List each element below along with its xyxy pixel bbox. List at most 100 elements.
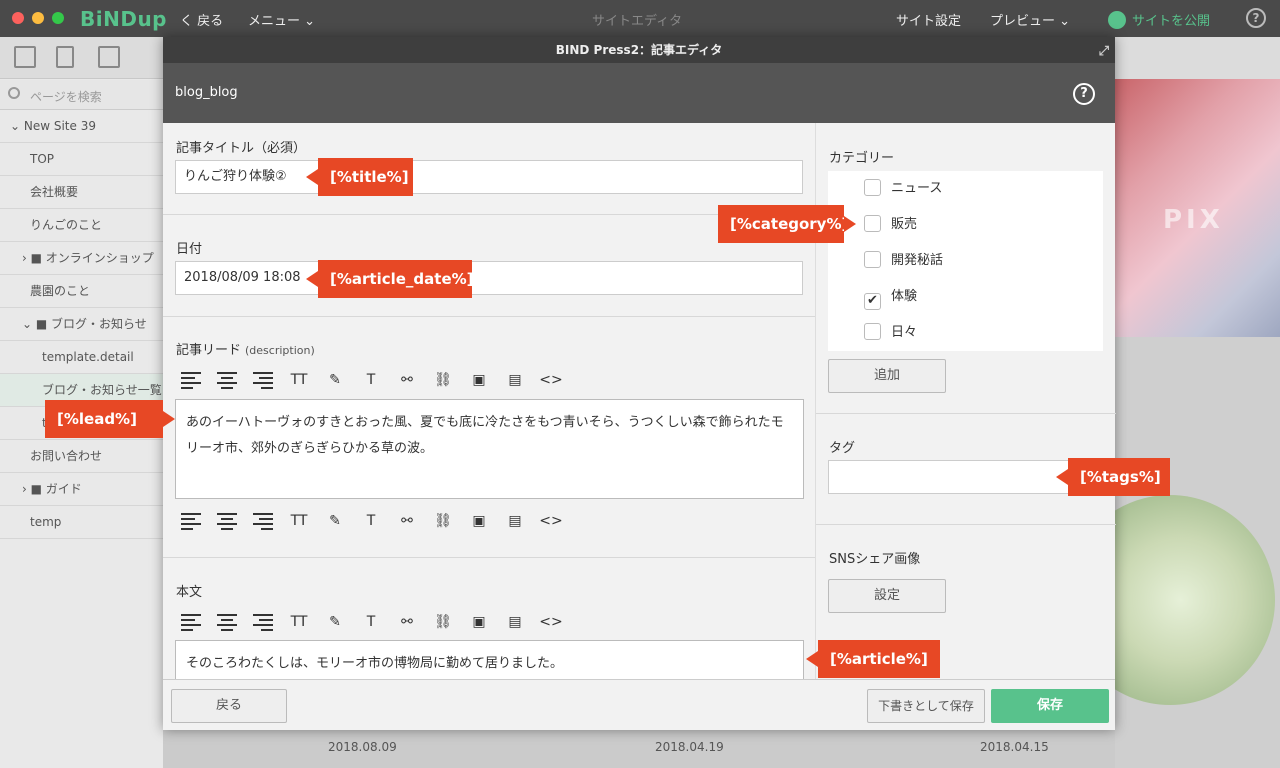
link-icon[interactable]: ⚯	[389, 366, 425, 394]
blog-name: blog_blog	[175, 85, 238, 100]
code-icon[interactable]: <>	[533, 608, 569, 636]
tree-item[interactable]: TOP	[0, 143, 163, 176]
back-button[interactable]: く 戻る	[180, 10, 223, 29]
lead-toolbar-bottom: TT ✎ T ⚯ ⛓ ▣ ▤ <>	[173, 507, 573, 535]
color-picker-icon[interactable]: ✎	[317, 366, 353, 394]
minimize-window-button[interactable]	[32, 12, 44, 24]
color-picker-icon[interactable]: ✎	[317, 608, 353, 636]
category-checkbox[interactable]: ✔	[864, 293, 881, 310]
code-icon[interactable]: <>	[533, 366, 569, 394]
title-input[interactable]: りんご狩り体験②	[175, 160, 803, 194]
body-editor[interactable]: そのころわたくしは、モリーオ市の博物局に勤めて居りました。	[175, 640, 804, 679]
tree-item[interactable]: ⌄ ■ ブログ・お知らせ	[0, 308, 163, 341]
search-input[interactable]: ページを検索	[30, 88, 102, 105]
add-page-icon[interactable]	[14, 46, 36, 68]
add-category-button[interactable]: 追加	[828, 359, 946, 393]
unlink-icon[interactable]: ⛓	[425, 366, 461, 394]
align-right-icon[interactable]	[245, 507, 281, 535]
title-callout: [%title%]	[306, 158, 413, 196]
preview-button[interactable]: プレビュー ⌄	[990, 10, 1070, 29]
unlink-icon[interactable]: ⛓	[425, 608, 461, 636]
site-settings-button[interactable]: サイト設定	[896, 10, 961, 29]
help-icon[interactable]: ?	[1246, 8, 1266, 28]
category-item[interactable]: 日々	[864, 323, 917, 343]
tree-item[interactable]: › ■ ガイド	[0, 473, 163, 506]
window-controls	[12, 12, 64, 24]
edit-page-icon[interactable]	[98, 46, 120, 68]
save-draft-button[interactable]: 下書きとして保存	[867, 689, 985, 723]
text-tag-icon[interactable]: T	[353, 608, 389, 636]
help-icon[interactable]: ?	[1073, 83, 1095, 105]
font-size-icon[interactable]: TT	[281, 507, 317, 535]
category-checkbox[interactable]	[864, 323, 881, 340]
lead-label-sub: (description)	[245, 344, 315, 357]
align-left-icon[interactable]	[173, 608, 209, 636]
align-left-icon[interactable]	[173, 507, 209, 535]
lead-callout: [%lead%]	[45, 400, 175, 438]
expand-icon[interactable]: ⤢	[1099, 39, 1109, 65]
category-item[interactable]: 開発秘話	[864, 251, 943, 271]
tags-label: タグ	[829, 441, 856, 456]
tree-item[interactable]: › ■ オンラインショップ	[0, 242, 163, 275]
category-item[interactable]: 販売	[864, 215, 917, 235]
tree-item[interactable]: template.detail	[0, 341, 163, 374]
comment-icon[interactable]: ▤	[497, 366, 533, 394]
font-size-icon[interactable]: TT	[281, 366, 317, 394]
maximize-window-button[interactable]	[52, 12, 64, 24]
category-label: カテゴリー	[829, 151, 895, 166]
tree-item[interactable]: temp	[0, 506, 163, 539]
image-icon[interactable]: ▣	[461, 507, 497, 535]
text-tag-icon[interactable]: T	[353, 366, 389, 394]
date-input[interactable]: 2018/08/09 18:08	[175, 261, 803, 295]
dialog-header: blog_blog ?	[163, 63, 1115, 123]
category-checkbox[interactable]	[864, 215, 881, 232]
save-button[interactable]: 保存	[991, 689, 1109, 723]
lead-label-text: 記事リード	[176, 343, 242, 358]
tree-item[interactable]: お問い合わせ	[0, 440, 163, 473]
color-picker-icon[interactable]: ✎	[317, 507, 353, 535]
publish-button[interactable]: サイトを公開	[1108, 10, 1210, 29]
comment-icon[interactable]: ▤	[497, 507, 533, 535]
align-center-icon[interactable]	[209, 366, 245, 394]
link-icon[interactable]: ⚯	[389, 507, 425, 535]
divider	[816, 524, 1116, 525]
article-meta-pane: カテゴリー ニュース 販売 開発秘話 ✔ 体験 日々 追加 タグ SNSシェア画像…	[815, 123, 1116, 679]
align-right-icon[interactable]	[245, 608, 281, 636]
align-left-icon[interactable]	[173, 366, 209, 394]
sns-image-button[interactable]: 設定	[828, 579, 946, 613]
font-size-icon[interactable]: TT	[281, 608, 317, 636]
tree-item[interactable]: ⌄ New Site 39	[0, 110, 163, 143]
menu-button[interactable]: メニュー ⌄	[248, 10, 315, 29]
category-callout: [%category%]	[718, 205, 856, 243]
comment-icon[interactable]: ▤	[497, 608, 533, 636]
align-right-icon[interactable]	[245, 366, 281, 394]
bg-date: 2018.04.15	[980, 740, 1049, 754]
tree-item[interactable]: 農園のこと	[0, 275, 163, 308]
back-button[interactable]: 戻る	[171, 689, 287, 723]
background-date-strip: 2018.08.09 2018.04.19 2018.04.15	[163, 730, 1115, 768]
tree-item[interactable]: 会社概要	[0, 176, 163, 209]
align-center-icon[interactable]	[209, 608, 245, 636]
publish-label: サイトを公開	[1132, 14, 1211, 29]
link-icon[interactable]: ⚯	[389, 608, 425, 636]
article-editor-dialog: BIND Press2：記事エディタ ⤢ blog_blog ? 記事タイトル（…	[163, 37, 1116, 730]
category-checkbox[interactable]	[864, 251, 881, 268]
code-icon[interactable]: <>	[533, 507, 569, 535]
image-icon[interactable]: ▣	[461, 366, 497, 394]
category-item[interactable]: ニュース	[864, 179, 942, 199]
text-tag-icon[interactable]: T	[353, 507, 389, 535]
category-item[interactable]: ✔ 体験	[864, 287, 917, 310]
category-list: ニュース 販売 開発秘話 ✔ 体験 日々	[828, 171, 1103, 351]
close-window-button[interactable]	[12, 12, 24, 24]
page-search[interactable]: ページを検索	[0, 80, 163, 110]
unlink-icon[interactable]: ⛓	[425, 507, 461, 535]
date-label: 日付	[176, 242, 203, 257]
category-checkbox[interactable]	[864, 179, 881, 196]
lead-editor[interactable]: あのイーハトーヴォのすきとおった風、夏でも底に冷たさをもつ青いそら、うつくしい森…	[175, 399, 804, 499]
page-icon[interactable]	[56, 46, 74, 68]
tree-item[interactable]: りんごのこと	[0, 209, 163, 242]
category-label-text: ニュース	[891, 181, 943, 196]
align-center-icon[interactable]	[209, 507, 245, 535]
image-icon[interactable]: ▣	[461, 608, 497, 636]
tags-callout: [%tags%]	[1056, 458, 1170, 496]
